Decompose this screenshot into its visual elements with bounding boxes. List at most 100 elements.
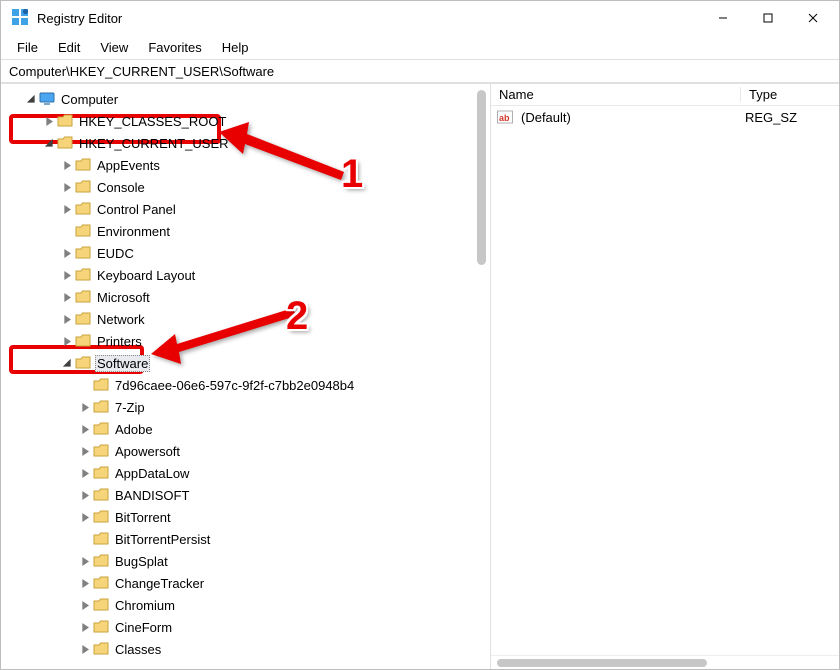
tree-node-chromium[interactable]: Chromium bbox=[5, 594, 490, 616]
folder-icon bbox=[57, 114, 73, 128]
tree-node-keyboard_layout[interactable]: Keyboard Layout bbox=[5, 264, 490, 286]
tree-node-label: BitTorrent bbox=[113, 510, 173, 525]
tree-node-control_panel[interactable]: Control Panel bbox=[5, 198, 490, 220]
tree-node-console[interactable]: Console bbox=[5, 176, 490, 198]
expander-icon[interactable] bbox=[77, 399, 93, 415]
tree-node-label: Keyboard Layout bbox=[95, 268, 197, 283]
minimize-button[interactable] bbox=[700, 3, 745, 33]
folder-icon bbox=[75, 180, 91, 194]
menu-bar: File Edit View Favorites Help bbox=[1, 35, 839, 59]
tree-node-label: HKEY_CURRENT_USER bbox=[77, 136, 231, 151]
expander-icon[interactable] bbox=[77, 509, 93, 525]
tree-node-bittorrentpersist[interactable]: BitTorrentPersist bbox=[5, 528, 490, 550]
expander-icon[interactable] bbox=[77, 487, 93, 503]
tree-node-label: BitTorrentPersist bbox=[113, 532, 212, 547]
tree-node-environment[interactable]: Environment bbox=[5, 220, 490, 242]
expander-icon[interactable] bbox=[77, 641, 93, 657]
expander-icon[interactable] bbox=[41, 135, 57, 151]
tree-node-eudc[interactable]: EUDC bbox=[5, 242, 490, 264]
expander-icon[interactable] bbox=[77, 443, 93, 459]
tree-node-bugsplat[interactable]: BugSplat bbox=[5, 550, 490, 572]
app-icon bbox=[11, 8, 29, 29]
tree-node-classes[interactable]: Classes bbox=[5, 638, 490, 660]
list-body: ab (Default) REG_SZ bbox=[491, 106, 839, 655]
content-split: 1 2 Computer HKEY_CLASSES_ROOT bbox=[1, 83, 839, 669]
expander-icon[interactable] bbox=[59, 333, 75, 349]
folder-icon bbox=[57, 136, 73, 150]
expander-icon[interactable] bbox=[59, 157, 75, 173]
tree-node-label: Apowersoft bbox=[113, 444, 182, 459]
tree-node-label: Adobe bbox=[113, 422, 155, 437]
menu-help[interactable]: Help bbox=[212, 38, 259, 57]
list-row[interactable]: ab (Default) REG_SZ bbox=[491, 106, 839, 128]
tree-node-appdatalow[interactable]: AppDataLow bbox=[5, 462, 490, 484]
folder-icon bbox=[93, 378, 109, 392]
menu-view[interactable]: View bbox=[90, 38, 138, 57]
svg-text:ab: ab bbox=[499, 113, 510, 123]
expander-icon[interactable] bbox=[77, 465, 93, 481]
tree-node-network[interactable]: Network bbox=[5, 308, 490, 330]
tree-node-guid[interactable]: 7d96caee-06e6-597c-9f2f-c7bb2e0948b4 bbox=[5, 374, 490, 396]
tree-node-label: Computer bbox=[59, 92, 120, 107]
folder-icon bbox=[93, 532, 109, 546]
tree-node-microsoft[interactable]: Microsoft bbox=[5, 286, 490, 308]
address-text: Computer\HKEY_CURRENT_USER\Software bbox=[9, 64, 274, 79]
tree-node-bittorrent[interactable]: BitTorrent bbox=[5, 506, 490, 528]
address-bar[interactable]: Computer\HKEY_CURRENT_USER\Software bbox=[1, 59, 839, 83]
tree-node-hkcu[interactable]: HKEY_CURRENT_USER bbox=[5, 132, 490, 154]
tree-node-adobe[interactable]: Adobe bbox=[5, 418, 490, 440]
expander-icon[interactable] bbox=[59, 311, 75, 327]
tree-node-cineform[interactable]: CineForm bbox=[5, 616, 490, 638]
tree-node-label: CineForm bbox=[113, 620, 174, 635]
folder-icon bbox=[93, 576, 109, 590]
folder-icon bbox=[75, 268, 91, 282]
expander-icon[interactable] bbox=[77, 597, 93, 613]
expander-icon[interactable] bbox=[77, 421, 93, 437]
tree-node-computer[interactable]: Computer bbox=[5, 88, 490, 110]
tree-node-software[interactable]: Software bbox=[5, 352, 490, 374]
expander-icon[interactable] bbox=[59, 245, 75, 261]
tree-node-label: 7d96caee-06e6-597c-9f2f-c7bb2e0948b4 bbox=[113, 378, 356, 393]
tree-node-label: AppDataLow bbox=[113, 466, 191, 481]
expander-icon[interactable] bbox=[59, 267, 75, 283]
list-horizontal-scrollbar[interactable] bbox=[491, 655, 839, 669]
expander-icon[interactable] bbox=[77, 619, 93, 635]
expander-icon[interactable] bbox=[77, 575, 93, 591]
tree-node-label: HKEY_CLASSES_ROOT bbox=[77, 114, 228, 129]
folder-icon bbox=[75, 290, 91, 304]
close-button[interactable] bbox=[790, 3, 835, 33]
maximize-button[interactable] bbox=[745, 3, 790, 33]
registry-tree[interactable]: Computer HKEY_CLASSES_ROOT HKEY_CURRENT_… bbox=[1, 84, 490, 660]
expander-icon[interactable] bbox=[59, 201, 75, 217]
tree-node-apowersoft[interactable]: Apowersoft bbox=[5, 440, 490, 462]
tree-node-changetracker[interactable]: ChangeTracker bbox=[5, 572, 490, 594]
tree-node-label: BANDISOFT bbox=[113, 488, 191, 503]
expander-icon[interactable] bbox=[59, 179, 75, 195]
folder-icon bbox=[93, 400, 109, 414]
folder-icon bbox=[93, 444, 109, 458]
tree-node-appevents[interactable]: AppEvents bbox=[5, 154, 490, 176]
expander-icon[interactable] bbox=[77, 553, 93, 569]
menu-edit[interactable]: Edit bbox=[48, 38, 90, 57]
column-header-type[interactable]: Type bbox=[741, 87, 839, 102]
expander-icon[interactable] bbox=[23, 91, 39, 107]
tree-node-label: BugSplat bbox=[113, 554, 170, 569]
tree-node-label: Chromium bbox=[113, 598, 177, 613]
tree-node-sevenzip[interactable]: 7-Zip bbox=[5, 396, 490, 418]
folder-icon bbox=[75, 334, 91, 348]
list-value-type: REG_SZ bbox=[745, 110, 797, 125]
tree-node-label: EUDC bbox=[95, 246, 136, 261]
tree-node-label: Microsoft bbox=[95, 290, 152, 305]
tree-node-printers[interactable]: Printers bbox=[5, 330, 490, 352]
expander-icon[interactable] bbox=[59, 289, 75, 305]
expander-icon[interactable] bbox=[59, 355, 75, 371]
tree-node-label: Console bbox=[95, 180, 147, 195]
expander-icon[interactable] bbox=[41, 113, 57, 129]
tree-node-hkcr[interactable]: HKEY_CLASSES_ROOT bbox=[5, 110, 490, 132]
menu-file[interactable]: File bbox=[7, 38, 48, 57]
column-header-name[interactable]: Name bbox=[491, 87, 741, 102]
list-header: Name Type bbox=[491, 84, 839, 106]
tree-node-bandisoft[interactable]: BANDISOFT bbox=[5, 484, 490, 506]
tree-node-label: ChangeTracker bbox=[113, 576, 206, 591]
menu-favorites[interactable]: Favorites bbox=[138, 38, 211, 57]
